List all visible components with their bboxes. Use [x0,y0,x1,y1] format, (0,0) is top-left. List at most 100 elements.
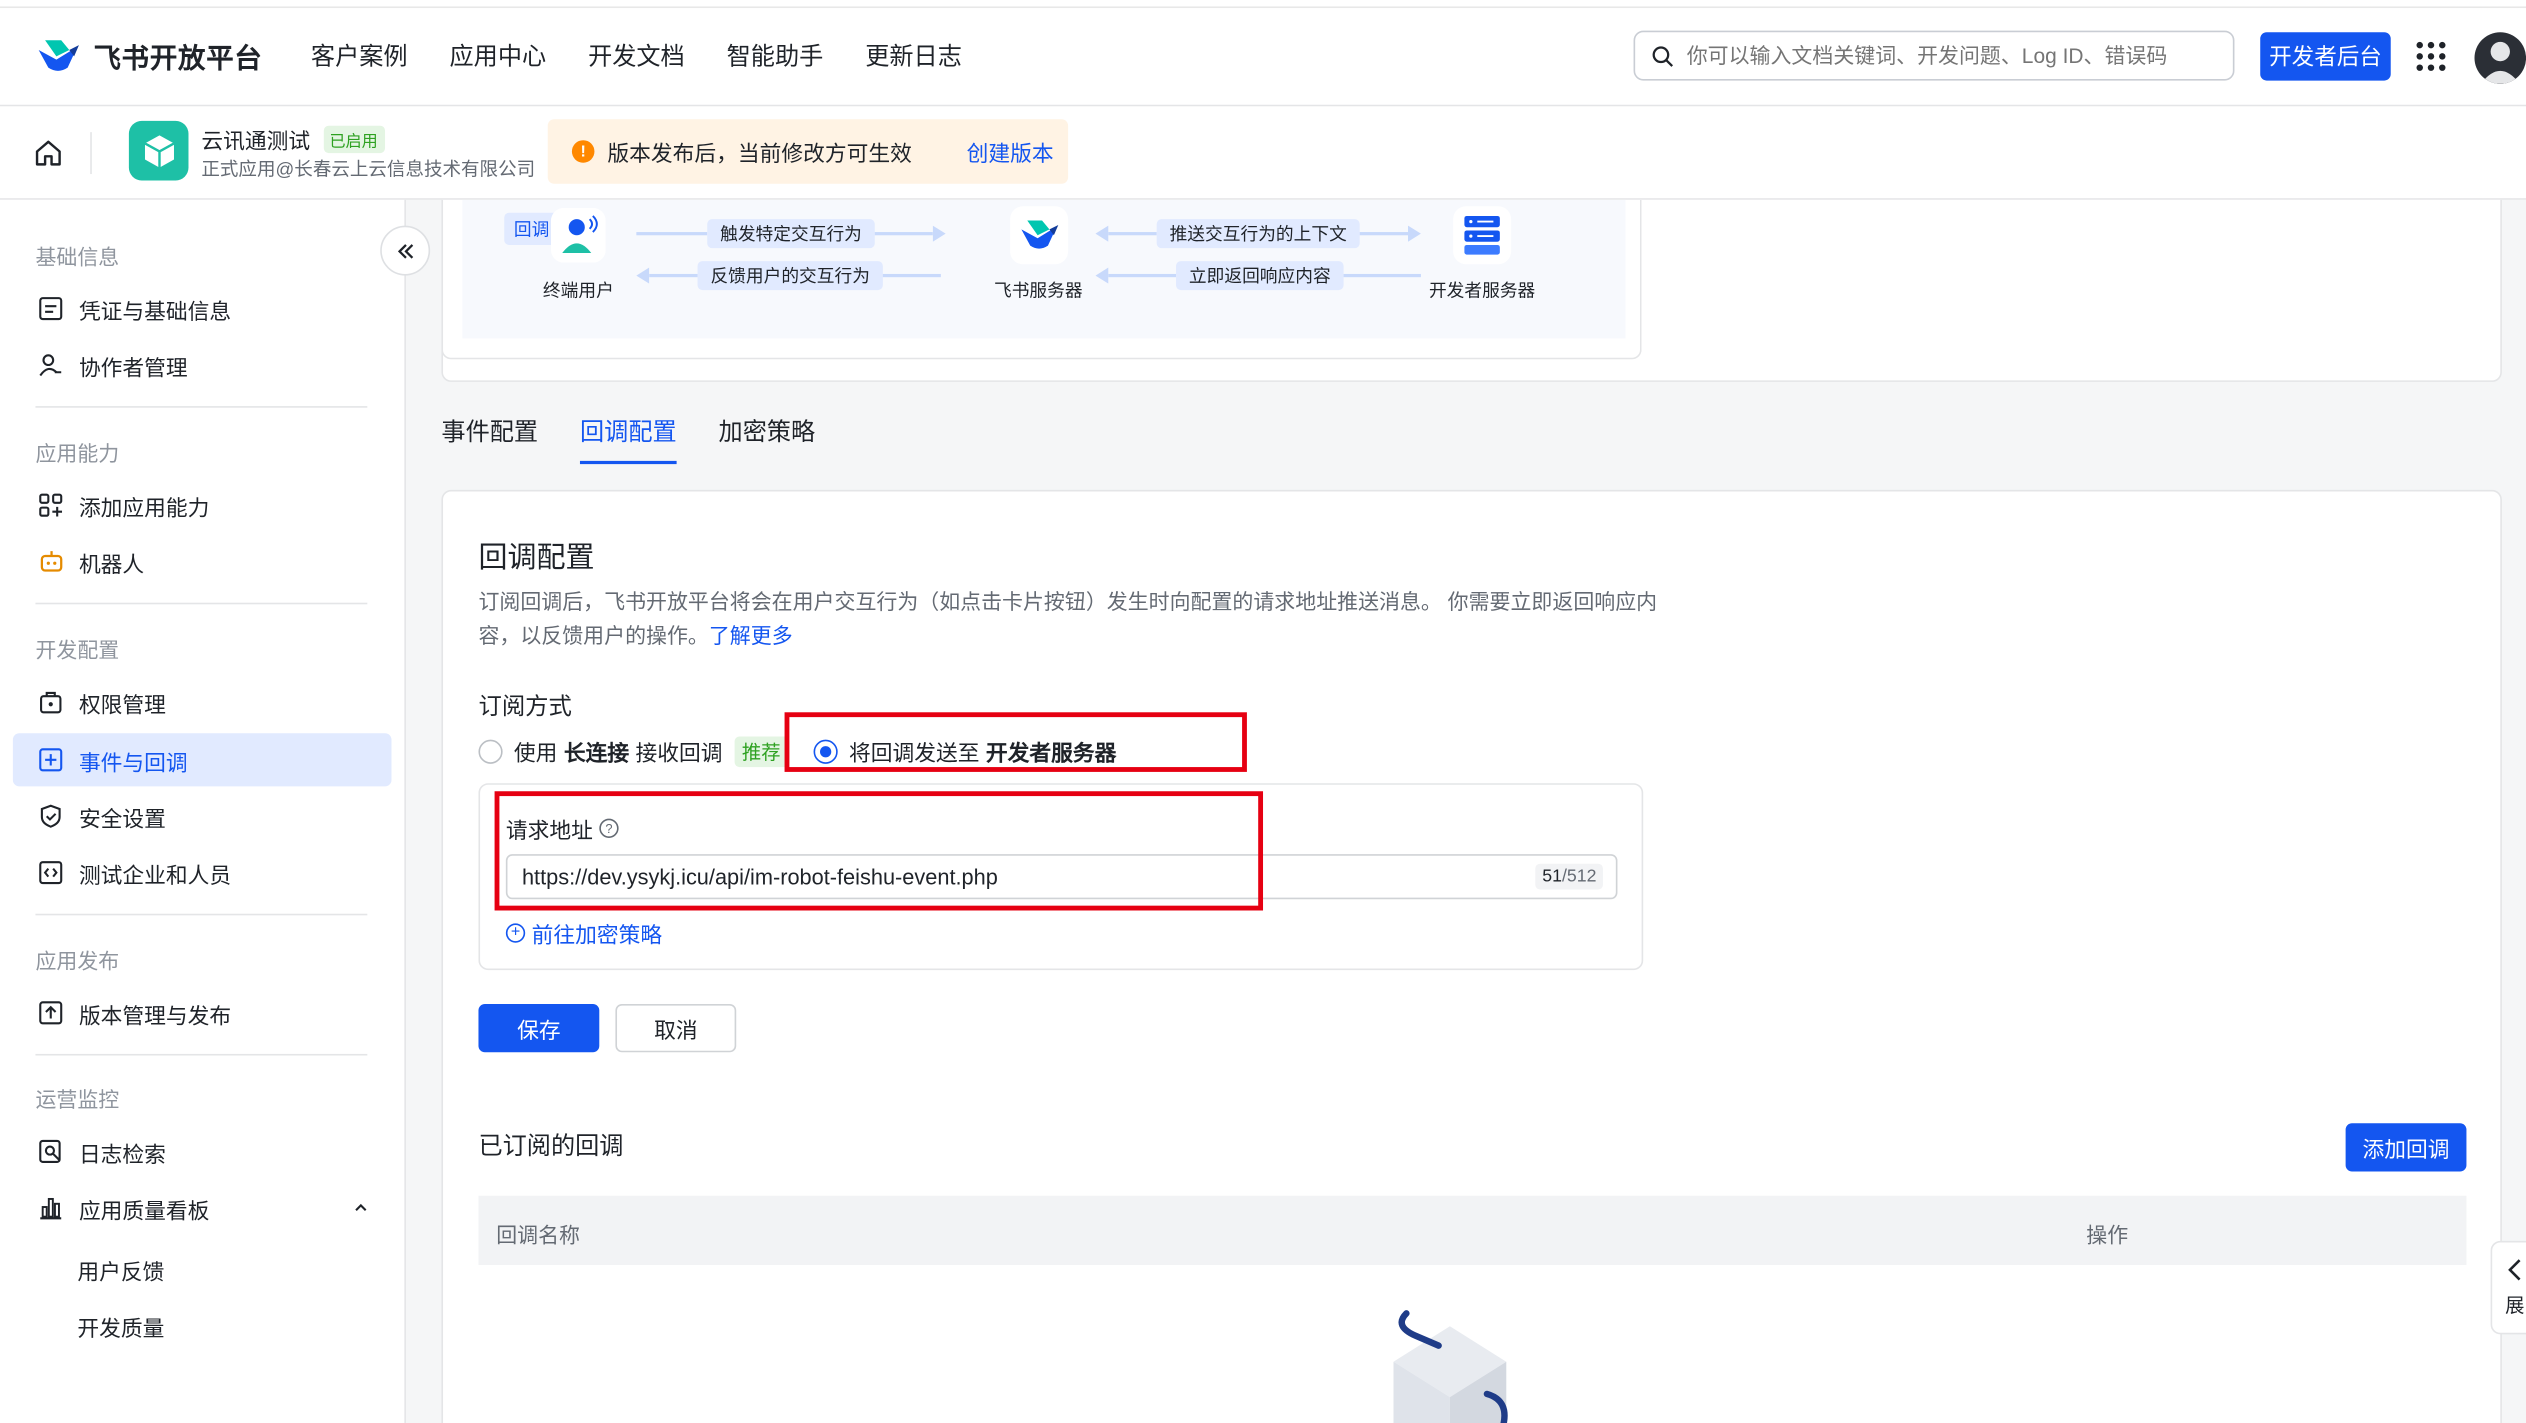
tab-encryption[interactable]: 加密策略 [719,414,816,464]
search-box[interactable] [1633,30,2235,81]
node-feishu-server: 飞书服务器 [994,206,1083,303]
search-input[interactable] [1686,43,2203,68]
subscribe-mode-label: 订阅方式 [478,694,572,721]
nav-item-changelog[interactable]: 更新日志 [865,39,962,73]
tab-bar: 事件配置 回调配置 加密策略 [441,414,816,465]
sidebar-section-title: 基础信息 [35,244,120,270]
warning-icon: ! [571,140,595,163]
apps-grid-icon[interactable] [2416,41,2446,71]
sidebar-subitem-dev-quality[interactable]: 开发质量 [77,1310,164,1342]
user-avatar[interactable] [2474,32,2526,84]
sidebar-item-label: 应用质量看板 [78,1198,210,1223]
divider [35,1053,368,1056]
sidebar-section-title: 开发配置 [35,638,120,663]
option-text-bold: 长连接 [563,741,630,766]
divider [35,602,368,605]
app-icon [128,120,189,181]
user-add-icon [37,351,64,378]
nav-item-cases[interactable]: 客户案例 [311,39,408,73]
sidebar-item-quality-board[interactable]: 应用质量看板 [13,1181,392,1234]
column-header-name: 回调名称 [496,1223,580,1248]
sidebar-item-test-org[interactable]: 测试企业和人员 [13,846,392,899]
char-counter: 51/512 [1535,863,1603,890]
sidebar-item-version-release[interactable]: 版本管理与发布 [13,986,392,1039]
sidebar-item-label: 事件与回调 [78,750,188,775]
callback-diagram: 回调 终端用户 飞书服务器 开发者服务器 触发特定交互行为 反馈用户的交互行为 … [441,199,1642,360]
radio-long-connection[interactable] [478,738,503,764]
option-text: 接收回调 [635,741,723,766]
diagram-area: 回调 终端用户 飞书服务器 开发者服务器 触发特定交互行为 反馈用户的交互行为 … [462,199,1626,339]
column-header-actions: 操作 [2086,1223,2129,1248]
sidebar-item-label: 版本管理与发布 [78,1003,232,1028]
sidebar-item-label: 日志检索 [78,1141,166,1166]
sidebar-item-label: 机器人 [78,551,145,577]
sidebar-item-events-callbacks[interactable]: 事件与回调 [12,733,392,787]
shield-icon [37,803,64,830]
cancel-button[interactable]: 取消 [615,1003,737,1053]
sidebar-item-add-capability[interactable]: 添加应用能力 [13,479,392,532]
table-header: 回调名称 操作 [478,1195,2467,1266]
sidebar-item-label: 添加应用能力 [78,495,210,520]
sidebar: 基础信息 凭证与基础信息 协作者管理 应用能力 添加应用能力 机器人 开发配置 … [0,199,406,1423]
event-plus-icon [37,746,64,773]
char-count: 51 [1542,866,1562,887]
app-subtitle: 正式应用@长春云上云信息技术有限公司 [201,161,536,181]
section-title: 回调配置 [478,541,595,574]
divider [35,913,368,916]
side-float-panel[interactable]: 展 [2490,1240,2526,1335]
option-long-connection[interactable]: 使用 长连接 接收回调 推荐 [478,735,789,767]
developer-console-button[interactable]: 开发者后台 [2260,32,2391,81]
learn-more-link[interactable]: 了解更多 [709,624,793,648]
node-dev-server: 开发者服务器 [1429,206,1535,303]
goto-encryption-link[interactable]: + 前往加密策略 [505,917,663,949]
app-title: 云讯通测试 [201,128,311,154]
top-border [0,6,2526,9]
sidebar-item-label: 安全设置 [78,806,166,831]
create-version-link[interactable]: 创建版本 [967,135,1054,167]
collapse-sidebar-button[interactable] [380,225,431,276]
cube-icon [143,134,174,167]
node-label: 开发者服务器 [1428,282,1536,302]
link-text: 前往加密策略 [531,923,663,948]
brand-name: 飞书开放平台 [93,43,263,75]
nav-item-docs[interactable]: 开发文档 [588,39,685,73]
section-description: 订阅回调后，飞书开放平台将会在用户交互行为（如点击卡片按钮）发生时向配置的请求地… [478,585,1670,653]
sidebar-item-label: 协作者管理 [78,355,188,380]
sidebar-item-permissions[interactable]: 权限管理 [13,675,392,728]
tab-callbacks[interactable]: 回调配置 [579,414,677,465]
sidebar-section-title: 运营监控 [35,1087,120,1112]
chevron-left-icon [2508,1258,2521,1280]
sidebar-item-bot[interactable]: 机器人 [13,535,392,588]
robot-icon [37,548,64,575]
apps-add-icon [37,492,64,519]
app-bar: 云讯通测试 已启用 正式应用@长春云上云信息技术有限公司 ! 版本发布后，当前修… [0,106,2526,200]
nav-item-app-center[interactable]: 应用中心 [449,39,546,73]
sidebar-item-collaborators[interactable]: 协作者管理 [13,338,392,391]
sidebar-item-security[interactable]: 安全设置 [13,790,392,843]
log-search-icon [37,1138,64,1165]
notice-text: 版本发布后，当前修改方可生效 [607,141,912,166]
tab-events[interactable]: 事件配置 [441,414,538,464]
status-badge: 已启用 [323,124,385,153]
flow-trigger: 触发特定交互行为 [636,219,946,249]
chevron-up-icon[interactable] [353,1196,369,1220]
id-card-icon [37,295,64,322]
sidebar-subitem-feedback[interactable]: 用户反馈 [77,1254,164,1286]
flow-feedback: 反馈用户的交互行为 [636,261,941,291]
add-callback-button[interactable]: 添加回调 [2345,1123,2467,1172]
brand-logo[interactable]: 飞书开放平台 [35,35,262,75]
double-chevron-left-icon [397,243,413,258]
nav-item-assistant[interactable]: 智能助手 [727,39,824,73]
sidebar-item-label: 测试企业和人员 [78,862,232,888]
lock-box-icon [37,688,64,715]
callback-config-card: 回调配置 订阅回调后，飞书开放平台将会在用户交互行为（如点击卡片按钮）发生时向配… [441,489,2502,1423]
sidebar-item-log-search[interactable]: 日志检索 [13,1125,392,1178]
sidebar-item-credentials[interactable]: 凭证与基础信息 [13,282,392,335]
home-icon[interactable] [32,137,64,169]
save-button[interactable]: 保存 [478,1003,600,1053]
node-label: 飞书服务器 [993,282,1083,302]
flow-label: 触发特定交互行为 [707,219,875,249]
plus-circle-icon: + [505,923,526,943]
code-box-icon [37,859,64,886]
version-notice: ! 版本发布后，当前修改方可生效 创建版本 [547,119,1069,184]
